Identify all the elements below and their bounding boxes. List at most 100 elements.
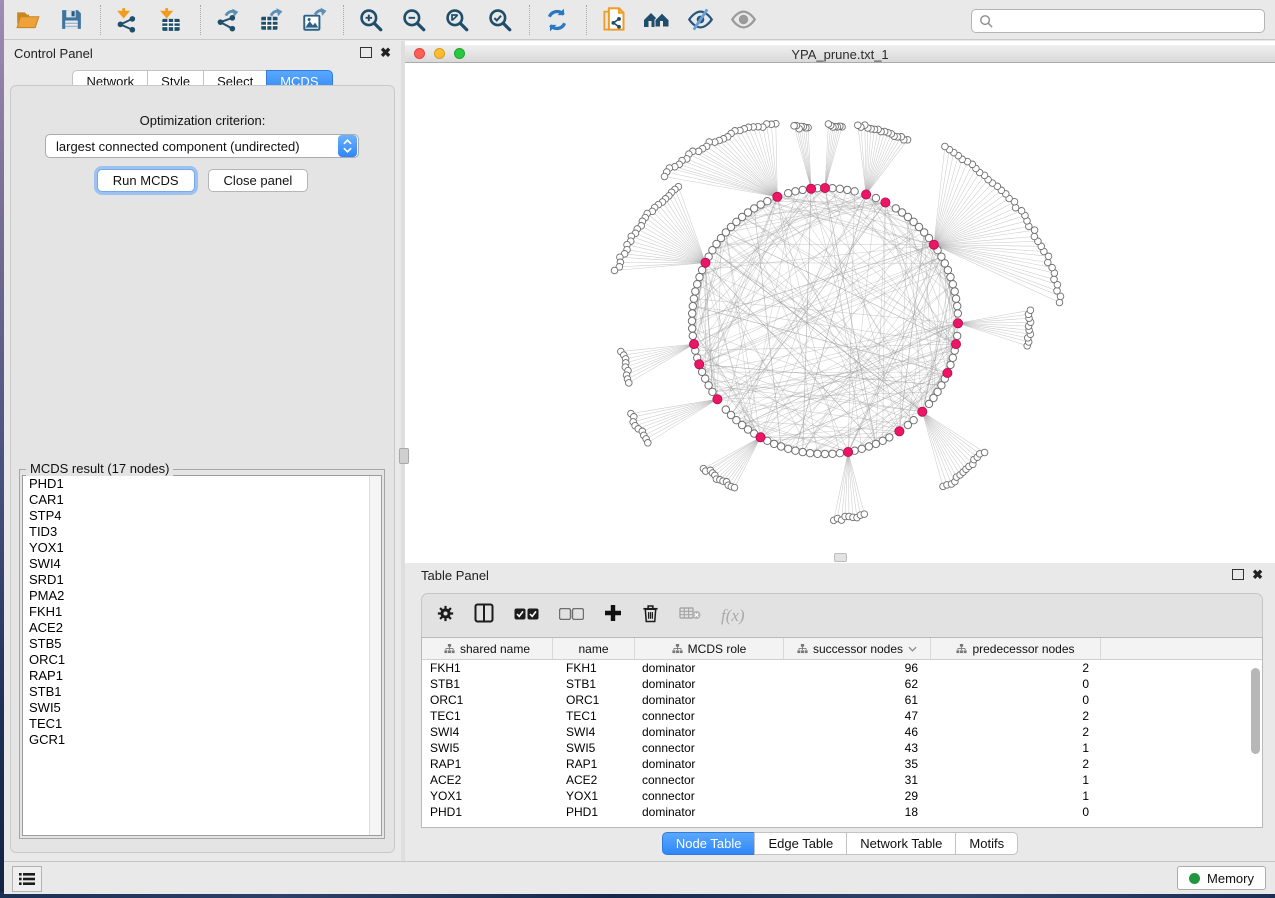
mcds-result-item[interactable]: CAR1 [23,492,381,508]
table-cell: 2 [931,757,1101,771]
zoom-traffic-light[interactable] [454,48,465,59]
table-row[interactable]: SWI5SWI5connector431 [422,740,1262,756]
mcds-result-scrollbar[interactable] [369,476,381,835]
mcds-result-item[interactable]: STP4 [23,508,381,524]
mcds-result-item[interactable]: SWI5 [23,700,381,716]
table-row[interactable]: ACE2ACE2connector311 [422,772,1262,788]
column-header-empty [1101,638,1262,659]
import-table-icon[interactable] [153,4,189,36]
delete-table-disabled-icon [679,606,701,625]
table-cell: 31 [784,773,931,787]
mcds-result-item[interactable]: PMA2 [23,588,381,604]
mcds-result-item[interactable]: ORC1 [23,652,381,668]
control-panel-title: Control Panel [14,46,93,61]
tab-network-table[interactable]: Network Table [846,832,956,855]
mcds-result-item[interactable]: STB1 [23,684,381,700]
mcds-result-item[interactable]: SWI4 [23,556,381,572]
export-image-icon[interactable] [296,4,332,36]
table-scrollbar[interactable] [1251,664,1260,823]
float-panel-icon[interactable] [360,47,372,58]
table-row[interactable]: SWI4SWI4dominator462 [422,724,1262,740]
select-all-checkboxes-icon[interactable] [514,607,539,625]
export-network-icon[interactable] [210,4,246,36]
mcds-result-item[interactable]: PHD1 [23,476,381,492]
search-input[interactable] [998,13,1264,30]
open-file-icon[interactable] [10,4,46,36]
hide-eye-icon[interactable] [682,4,718,36]
table-cell: 35 [784,757,931,771]
table-cell: 1 [931,789,1101,803]
minimize-traffic-light[interactable] [434,48,445,59]
run-mcds-button[interactable]: Run MCDS [97,169,195,192]
deselect-all-checkboxes-icon[interactable] [559,607,584,625]
column-header-predecessor-nodes[interactable]: predecessor nodes [931,638,1101,659]
table-row[interactable]: RAP1RAP1dominator352 [422,756,1262,772]
close-panel-icon[interactable]: ✖ [380,48,391,58]
import-network-icon[interactable] [110,4,146,36]
table-cell: TEC1 [422,709,553,723]
table-row[interactable]: YOX1YOX1connector291 [422,788,1262,804]
table-row[interactable]: PHD1PHD1dominator180 [422,804,1262,820]
close-table-panel-icon[interactable]: ✖ [1252,570,1263,580]
table-row[interactable]: ORC1ORC1dominator610 [422,692,1262,708]
table-cell: ACE2 [422,773,553,787]
home-ndex-icon[interactable] [639,4,675,36]
close-panel-button[interactable]: Close panel [208,169,309,192]
horizontal-splitter-grip[interactable] [834,553,847,562]
column-header-shared-name[interactable]: shared name [422,638,553,659]
close-traffic-light[interactable] [414,48,425,59]
column-header-name[interactable]: name [553,638,635,659]
mcds-result-item[interactable]: YOX1 [23,540,381,556]
zoom-out-icon[interactable] [396,4,432,36]
table-cell: dominator [635,805,784,819]
table-row[interactable]: STB1STB1dominator620 [422,676,1262,692]
delete-column-icon[interactable] [642,604,659,628]
search-icon [979,14,994,29]
mcds-result-item[interactable]: TEC1 [23,716,381,732]
column-header-successor-nodes[interactable]: successor nodes [784,638,931,659]
tab-edge-table[interactable]: Edge Table [754,832,847,855]
zoom-in-icon[interactable] [353,4,389,36]
column-header-mcds-role[interactable]: MCDS role [635,638,784,659]
export-table-icon[interactable] [253,4,289,36]
table-panel: Table Panel ✖ [405,563,1275,861]
zoom-selected-icon[interactable] [482,4,518,36]
table-tabs: Node Table Edge Table Network Table Moti… [405,832,1275,855]
memory-label: Memory [1207,871,1254,886]
share-network-icon[interactable] [596,4,632,36]
show-eye-icon[interactable] [725,4,761,36]
toolbar-search-field[interactable] [971,9,1265,33]
show-columns-icon[interactable] [474,603,494,628]
refresh-layout-icon[interactable] [539,4,575,36]
save-session-icon[interactable] [53,4,89,36]
table-panel-title: Table Panel [421,568,489,583]
table-cell: 0 [931,693,1101,707]
table-cell: dominator [635,677,784,691]
mcds-panel: Optimization criterion: largest connecte… [10,85,395,853]
show-log-button[interactable] [12,866,42,892]
mcds-result-item[interactable]: ACE2 [23,620,381,636]
optimization-criterion-select[interactable]: largest connected component (undirected) [45,134,359,158]
mcds-result-item[interactable]: RAP1 [23,668,381,684]
network-canvas[interactable] [405,63,1275,563]
table-row[interactable]: TEC1TEC1connector472 [422,708,1262,724]
mcds-result-item[interactable]: STB5 [23,636,381,652]
select-stepper-icon [338,135,357,157]
column-settings-gear-icon[interactable] [437,605,454,627]
mcds-result-item[interactable]: TID3 [23,524,381,540]
mcds-result-list: PHD1CAR1STP4TID3YOX1SWI4SRD1PMA2FKH1ACE2… [22,475,382,836]
memory-button[interactable]: Memory [1177,866,1266,890]
mcds-result-item[interactable]: SRD1 [23,572,381,588]
main-toolbar [4,0,1275,40]
mcds-result-item[interactable]: GCR1 [23,732,381,748]
tab-node-table[interactable]: Node Table [662,832,756,855]
float-table-panel-icon[interactable] [1232,569,1244,580]
table-row[interactable]: FKH1FKH1dominator962 [422,660,1262,676]
tab-motifs[interactable]: Motifs [955,832,1018,855]
table-scrollbar-thumb[interactable] [1251,668,1260,754]
add-column-icon[interactable] [604,604,622,627]
table-cell: 0 [931,805,1101,819]
vertical-splitter-grip[interactable] [399,448,409,464]
zoom-fit-icon[interactable] [439,4,475,36]
mcds-result-item[interactable]: FKH1 [23,604,381,620]
